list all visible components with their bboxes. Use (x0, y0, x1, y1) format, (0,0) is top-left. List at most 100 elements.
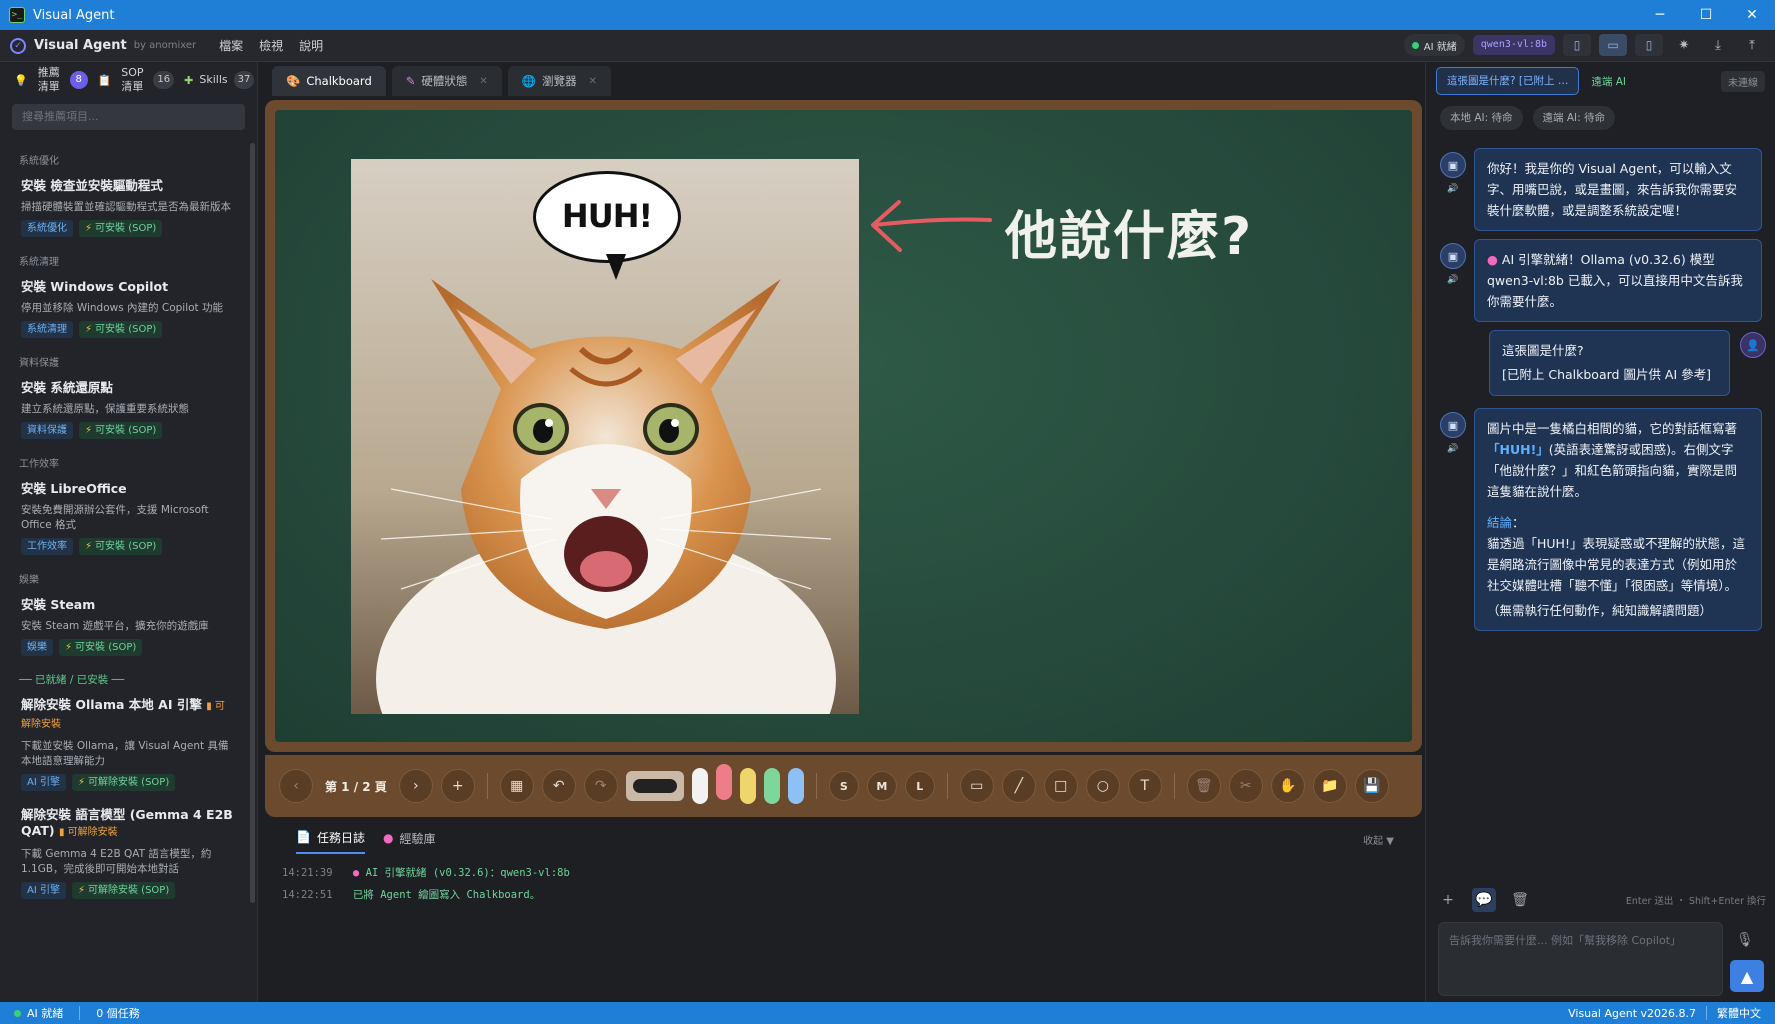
add-page-button[interactable]: + (440, 769, 475, 803)
size-medium-button[interactable]: M (866, 771, 897, 801)
tab-browser[interactable]: 🌐 瀏覽器 ✕ (507, 66, 612, 96)
list-item[interactable]: 安裝 系統還原點 建立系統還原點，保護重要系統狀態 資料保護 ⚡ 可安裝 (SOP… (0, 380, 246, 439)
tab-skills[interactable]: ✚ Skills 37 (184, 71, 255, 89)
redo-icon[interactable]: ↷ (583, 769, 618, 803)
statusbar-tasks: 0 個任務 (96, 1007, 140, 1020)
layout-right-panel-icon[interactable]: ▯ (1635, 34, 1663, 56)
item-desc: 掃描硬體裝置並確認驅動程式是否為最新版本 (21, 201, 231, 213)
line-icon[interactable]: ╱ (1001, 769, 1036, 803)
log-line: 14:22:51 已將 Agent 繪圖寫入 Chalkboard。 (282, 884, 1422, 906)
theme-icon[interactable]: ✷ (1671, 34, 1697, 56)
item-title: 解除安裝 語言模型 (Gemma 4 E2B QAT) ▮ 可解除安裝 (21, 807, 234, 841)
tab-chalkboard-label: Chalkboard (306, 74, 372, 88)
chat-input[interactable]: 告訴我你需要什麼... 例如「幫我移除 Copilot」 (1438, 922, 1723, 996)
prev-page-button[interactable]: ‹ (279, 769, 313, 803)
close-button[interactable]: ✕ (1729, 0, 1775, 30)
menu-file[interactable]: 檔案 (219, 37, 243, 54)
sidebar-scrollbar[interactable] (250, 137, 255, 937)
maximize-button[interactable]: ☐ (1683, 0, 1729, 30)
install-action-tag[interactable]: ⚡ 可安裝 (SOP) (79, 321, 163, 338)
speech-bubble-text: HUH! (561, 197, 653, 235)
sop-count: 16 (153, 71, 175, 89)
collapse-button[interactable]: 收起 ▼ (1363, 832, 1394, 847)
size-small-button[interactable]: S (828, 771, 859, 801)
install-action-tag[interactable]: ⚡ 可安裝 (SOP) (59, 639, 143, 656)
list-item[interactable]: 安裝 Steam 安裝 Steam 遊戲平台，擴充你的遊戲庫 娛樂 ⚡ 可安裝 (… (0, 597, 246, 656)
new-chat-icon[interactable]: + (1436, 888, 1460, 912)
center-tabs: 🎨 Chalkboard ✎ 硬體狀態 ✕ 🌐 瀏覽器 ✕ (272, 66, 612, 96)
model-badge[interactable]: qwen3-vl:8b (1472, 35, 1555, 55)
chat-session-tab[interactable]: 這張圖是什麼? [已附上 … (1436, 67, 1580, 95)
folder-icon[interactable]: 📁 (1312, 769, 1347, 803)
chalk-white[interactable] (691, 768, 708, 804)
size-large-button[interactable]: L (904, 771, 935, 801)
list-item[interactable]: 安裝 檢查並安裝驅動程式 掃描硬體裝置並確認驅動程式是否為最新版本 系統優化 ⚡… (0, 178, 246, 237)
category-tag: AI 引擎 (21, 774, 66, 791)
menu-help[interactable]: 說明 (299, 37, 323, 54)
circle-icon[interactable]: ○ (1085, 769, 1120, 803)
bolt-icon: ⚡ (77, 777, 85, 788)
send-button[interactable]: ▲ (1730, 960, 1764, 992)
trash-icon[interactable]: 🗑 (1186, 769, 1221, 803)
speaker-icon[interactable]: 🔊 (1447, 444, 1458, 454)
tab-experience[interactable]: ● 經驗庫 (383, 822, 436, 854)
eraser-tool[interactable] (625, 771, 684, 801)
hand-icon[interactable]: ✋ (1270, 769, 1305, 803)
list-item[interactable]: 解除安裝 語言模型 (Gemma 4 E2B QAT) ▮ 可解除安裝 下載 G… (0, 807, 246, 899)
close-tab-icon[interactable]: ✕ (589, 76, 597, 87)
sidebar-search-input[interactable]: 搜尋推薦項目... (12, 104, 245, 130)
undo-icon[interactable]: ↶ (541, 769, 576, 803)
chat-mode-icon[interactable]: 💬 (1472, 888, 1496, 912)
speaker-icon[interactable]: 🔊 (1447, 184, 1458, 194)
uninstall-action-tag[interactable]: ⚡ 可解除安裝 (SOP) (71, 774, 176, 791)
scissors-icon[interactable]: ✂ (1228, 769, 1263, 803)
install-action-tag[interactable]: ⚡ 可安裝 (SOP) (79, 538, 163, 555)
chalk-yellow[interactable] (739, 768, 756, 804)
menu-view[interactable]: 檢視 (259, 37, 283, 54)
clear-chat-icon[interactable]: 🗑 (1508, 888, 1532, 912)
tab-task-log[interactable]: 📄 任務日誌 (296, 822, 365, 854)
item-desc: 安裝 Steam 遊戲平台，擴充你的遊戲庫 (21, 620, 209, 632)
text-tool-icon[interactable]: T (1127, 769, 1162, 803)
tab-hardware-label: 硬體狀態 (421, 74, 468, 88)
tab-sop-list[interactable]: 📋 SOP 清單 16 (98, 66, 175, 94)
list-item[interactable]: 安裝 LibreOffice 安裝免費開源辦公套件，支援 Microsoft O… (0, 481, 246, 555)
microphone-icon[interactable]: 🎙 (1736, 932, 1754, 948)
chalkboard-canvas[interactable]: HUH! 他說什麼? (275, 110, 1412, 742)
scrollbar-thumb[interactable] (250, 143, 255, 903)
rectangle-icon[interactable]: □ (1043, 769, 1078, 803)
install-action-tag[interactable]: ⚡ 可安裝 (SOP) (79, 422, 163, 439)
statusbar-language[interactable]: 繁體中文 (1717, 1005, 1761, 1021)
clear-board-icon[interactable]: ▦ (499, 769, 534, 803)
keyboard-hint: Enter 送出 ・ Shift+Enter 換行 (1625, 896, 1766, 907)
install-action-tag[interactable]: ⚡ 可安裝 (SOP) (79, 220, 163, 237)
layout-bottom-panel-icon[interactable]: ▭ (1599, 34, 1627, 56)
upload-icon[interactable]: ⤒ (1739, 34, 1765, 56)
category-tag: 系統優化 (21, 220, 73, 237)
speaker-icon[interactable]: 🔊 (1447, 275, 1458, 285)
tab-chalkboard[interactable]: 🎨 Chalkboard (272, 66, 386, 96)
minimize-button[interactable]: ─ (1637, 0, 1683, 30)
save-icon[interactable]: 💾 (1354, 769, 1389, 803)
uninstall-action-tag[interactable]: ⚡ 可解除安裝 (SOP) (71, 882, 176, 899)
chalkboard-frame: HUH! 他說什麼? (265, 100, 1422, 752)
list-item[interactable]: 安裝 Windows Copilot 停用並移除 Windows 內建的 Cop… (0, 279, 246, 338)
category-label: 工作效率 (19, 459, 59, 470)
download-icon[interactable]: ⤓ (1705, 34, 1731, 56)
tab-recommendations[interactable]: 💡 推薦清單 8 (14, 66, 88, 94)
close-tab-icon[interactable]: ✕ (479, 76, 487, 87)
log-message: 已將 Agent 繪圖寫入 Chalkboard。 (352, 889, 541, 901)
item-title: 安裝 LibreOffice (21, 481, 127, 496)
status-dot-icon (14, 1009, 21, 1017)
chalk-blue[interactable] (787, 768, 804, 804)
next-page-button[interactable]: › (398, 769, 433, 803)
layout-left-panel-icon[interactable]: ▯ (1563, 34, 1591, 56)
chalk-red[interactable] (715, 764, 732, 800)
conclusion-note: （無需執行任何動作，純知識解讀問題） (1487, 603, 1713, 618)
list-item[interactable]: 解除安裝 Ollama 本地 AI 引擎 ▮ 可解除安裝 下載並安裝 Ollam… (0, 697, 246, 791)
chalk-green[interactable] (763, 768, 780, 804)
select-rect-icon[interactable]: ▭ (959, 769, 994, 803)
tab-hardware-status[interactable]: ✎ 硬體狀態 ✕ (391, 66, 502, 96)
puzzle-icon: ✚ (184, 73, 194, 87)
remote-ai-tab[interactable]: 遠端 AI (1591, 74, 1626, 89)
